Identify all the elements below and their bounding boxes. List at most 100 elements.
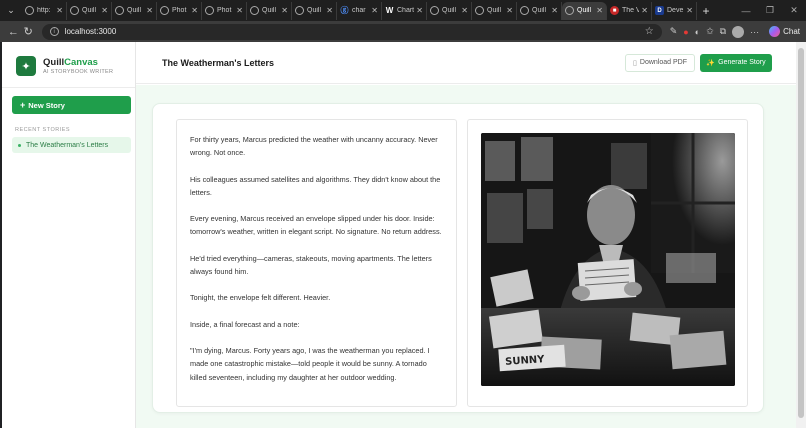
browser-tab[interactable]: ■ The V ✕ — [607, 1, 652, 20]
brand-name: QuillCanvas — [43, 57, 98, 68]
new-story-button[interactable]: + New Story — [12, 96, 131, 114]
tab-close-icon[interactable]: ✕ — [416, 6, 423, 15]
close-window-icon[interactable]: ✕ — [782, 5, 806, 16]
extension-icon[interactable]: ◐ — [695, 27, 700, 37]
tab-close-icon[interactable]: ✕ — [281, 6, 288, 15]
browser-tab[interactable]: Quill ✕ — [112, 1, 157, 20]
sidebar: ✦ QuillCanvas AI STORYBOOK WRITER + New … — [2, 42, 136, 428]
tab-close-icon[interactable]: ✕ — [686, 6, 693, 15]
browser-tab[interactable]: http: ✕ — [22, 1, 67, 20]
extension-red-icon[interactable]: ● — [683, 27, 688, 37]
tab-close-icon[interactable]: ✕ — [596, 6, 603, 15]
browser-tab-label: http: — [37, 7, 51, 14]
tab-close-icon[interactable]: ✕ — [326, 6, 333, 15]
story-paragraph: Inside, a final forecast and a note: — [190, 319, 300, 329]
collections-icon[interactable]: ⧉ — [720, 26, 726, 37]
browser-tab[interactable]: Quill ✕ — [427, 1, 472, 20]
address-bar[interactable]: i localhost:3000 ☆ — [41, 23, 662, 40]
story-header: The Weatherman's Letters ▯ Download PDF … — [136, 42, 796, 84]
browser-tab-label: Deve — [667, 7, 684, 14]
generate-story-button[interactable]: ✨ Generate Story — [700, 53, 772, 72]
browser-tab[interactable]: W Chart ✕ — [382, 1, 427, 20]
page-scrollbar[interactable] — [796, 42, 806, 428]
story-paragraph: Every evening, Marcus received an envelo… — [190, 214, 442, 237]
profile-avatar-icon[interactable] — [732, 25, 745, 38]
browser-tab[interactable]: Quill ✕ — [292, 1, 337, 20]
site-info-icon[interactable]: i — [49, 27, 59, 36]
dev-icon: D — [655, 6, 664, 15]
download-pdf-button[interactable]: ▯ Download PDF — [625, 53, 695, 72]
browser-tab[interactable]: Quill ✕ — [247, 1, 292, 20]
pen-icon[interactable]: ✎ — [670, 26, 678, 37]
scrollbar-thumb[interactable] — [798, 48, 804, 418]
browser-tab-label: char — [352, 7, 366, 14]
brand: ✦ QuillCanvas AI STORYBOOK WRITER — [2, 42, 135, 84]
story-text-page: For thirty years, Marcus predicted the w… — [176, 119, 457, 407]
browser-tab[interactable]: Phot ✕ — [202, 1, 247, 20]
reload-icon[interactable]: ↻ — [21, 25, 36, 38]
storybook-spread: For thirty years, Marcus predicted the w… — [152, 103, 764, 413]
browser-tab-label: Chart — [397, 7, 415, 14]
globe-icon — [160, 6, 169, 15]
bullet-dot-icon — [18, 143, 21, 147]
globe-icon — [475, 6, 484, 15]
recent-stories-heading: RECENT STORIES — [15, 127, 71, 133]
tab-list: http: ✕ Quill ✕ Quill ✕ Phot ✕ Phot ✕ Quill ✕ Quill ✕… — [22, 1, 697, 20]
tab-close-icon[interactable]: ✕ — [506, 6, 513, 15]
browser-tab[interactable]: D Deve ✕ — [652, 1, 697, 20]
globe-icon — [295, 6, 304, 15]
document-icon: ▯ — [633, 59, 637, 67]
recent-story-item[interactable]: The Weatherman's Letters — [12, 137, 131, 153]
browser-tab[interactable]: ⓖ char ✕ — [337, 1, 382, 20]
globe-icon — [205, 6, 214, 15]
browser-tab[interactable]: Quill ✕ — [472, 1, 517, 20]
search-icon: ⓖ — [340, 6, 349, 15]
copilot-icon — [769, 26, 781, 37]
browser-tab[interactable]: Quill ✕ — [562, 1, 607, 20]
tab-close-icon[interactable]: ✕ — [191, 6, 198, 15]
copilot-chat-button[interactable]: Chat — [769, 26, 800, 37]
back-arrow-icon[interactable]: ← — [6, 26, 21, 38]
browser-tab-label: The V — [622, 7, 640, 14]
tab-close-icon[interactable]: ✕ — [641, 6, 648, 15]
tab-close-icon[interactable]: ✕ — [551, 6, 558, 15]
browser-tab[interactable]: Phot ✕ — [157, 1, 202, 20]
new-tab-plus-icon[interactable]: + — [697, 4, 715, 18]
story-paragraph: Tonight, the envelope felt different. He… — [190, 293, 331, 303]
tab-close-icon[interactable]: ✕ — [101, 6, 108, 15]
minimize-icon[interactable]: — — [734, 6, 758, 16]
tab-close-icon[interactable]: ✕ — [461, 6, 468, 15]
browser-tab-label: Phot — [217, 7, 232, 14]
header-actions: ▯ Download PDF ✨ Generate Story — [625, 53, 772, 72]
browser-tab[interactable]: Quill ✕ — [517, 1, 562, 20]
sparkle-logo-icon: ✦ — [16, 56, 36, 76]
favorites-icon[interactable]: ✩ — [706, 26, 714, 37]
tab-close-icon[interactable]: ✕ — [236, 6, 243, 15]
maximize-icon[interactable]: ❐ — [758, 5, 782, 16]
story-illustration: SUNNY — [481, 133, 735, 386]
window-controls: — ❐ ✕ — [734, 0, 806, 21]
globe-icon — [70, 6, 79, 15]
toolbar-icons: ✎ ● ◐ ✩ ⧉ ··· Chat — [670, 25, 800, 38]
story-paragraph: "I'm dying, Marcus. Forty years ago, I w… — [190, 346, 430, 382]
news-icon: ■ — [610, 6, 619, 15]
tab-close-icon[interactable]: ✕ — [371, 6, 378, 15]
browser-tab-label: Quill — [577, 7, 592, 14]
app-window: ✦ QuillCanvas AI STORYBOOK WRITER + New … — [2, 42, 796, 428]
address-text: localhost:3000 — [64, 27, 117, 36]
tab-list-chevron-icon[interactable]: ⌄ — [0, 0, 22, 21]
globe-icon — [25, 6, 34, 15]
browser-tab-label: Quill — [127, 7, 142, 14]
globe-icon — [520, 6, 529, 15]
tab-close-icon[interactable]: ✕ — [56, 6, 63, 15]
favorite-star-icon[interactable]: ☆ — [645, 26, 654, 37]
browser-tab-label: Quill — [442, 7, 457, 14]
browser-tab-label: Quill — [532, 7, 547, 14]
globe-icon — [115, 6, 124, 15]
browser-tabstrip: ⌄ http: ✕ Quill ✕ Quill ✕ Phot ✕ Phot ✕ Quill ✕ Quil… — [0, 0, 806, 21]
tab-close-icon[interactable]: ✕ — [146, 6, 153, 15]
more-menu-icon[interactable]: ··· — [750, 27, 759, 37]
browser-toolbar: ← ↻ i localhost:3000 ☆ ✎ ● ◐ ✩ ⧉ ··· Cha… — [0, 21, 806, 42]
main-content: The Weatherman's Letters ▯ Download PDF … — [136, 42, 796, 428]
browser-tab[interactable]: Quill ✕ — [67, 1, 112, 20]
